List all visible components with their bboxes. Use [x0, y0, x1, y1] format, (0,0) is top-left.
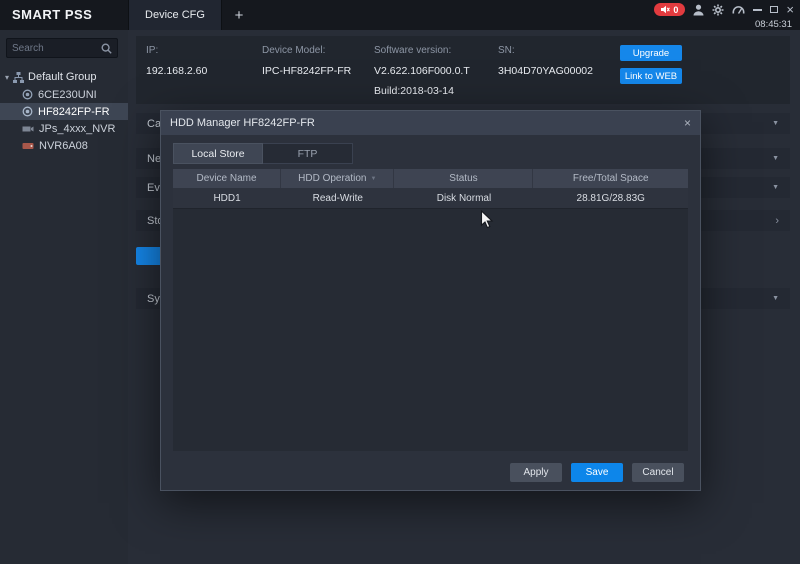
- col-header-status: Status: [394, 169, 533, 188]
- gauge-icon[interactable]: [732, 4, 745, 15]
- chevron-down-icon: ▼: [772, 295, 779, 302]
- model-value: IPC-HF8242FP-FR: [262, 65, 351, 77]
- device-info-panel: IP: 192.168.2.60 Device Model: IPC-HF824…: [136, 36, 790, 104]
- muted-speaker-icon: [661, 5, 670, 14]
- col-header-label: Status: [449, 173, 477, 184]
- hdd-manager-dialog: HDD Manager HF8242FP-FR × Local Store FT…: [160, 110, 701, 491]
- expander-icon: ▾: [5, 73, 9, 82]
- new-tab-button[interactable]: +: [228, 0, 250, 30]
- chevron-down-icon: ▼: [772, 120, 779, 127]
- cell-hdd-operation: Read-Write: [281, 188, 394, 208]
- dialog-title: HDD Manager HF8242FP-FR: [170, 117, 315, 129]
- device-panel-buttons: Upgrade Link to WEB: [620, 45, 682, 84]
- alarm-count: 0: [673, 5, 678, 15]
- ip-value: 192.168.2.60: [146, 65, 207, 77]
- tree-item-jps-4xxx-nvr[interactable]: JPs_4xxx_NVR: [0, 120, 128, 137]
- close-icon[interactable]: ×: [786, 3, 794, 16]
- group-icon: [13, 72, 24, 83]
- tab-local-store[interactable]: Local Store: [173, 143, 263, 164]
- minimize-icon[interactable]: [753, 9, 762, 11]
- tree-item-hf8242fp-fr[interactable]: HF8242FP-FR: [0, 103, 128, 120]
- clock-text: 08:45:31: [755, 19, 794, 30]
- dome-camera-icon: [22, 106, 33, 117]
- search-input[interactable]: [12, 43, 101, 54]
- tree-item-label: HF8242FP-FR: [38, 106, 110, 118]
- table-row[interactable]: HDD1 Read-Write Disk Normal 28.81G/28.83…: [173, 188, 688, 209]
- top-bar: SMART PSS Device CFG + 0 × 08:45:31: [0, 0, 800, 30]
- col-header-hdd-operation: HDD Operation ▼: [281, 169, 394, 188]
- tab-ftp[interactable]: FTP: [263, 143, 353, 164]
- sw-label: Software version:: [374, 45, 451, 56]
- col-header-device-name: Device Name: [173, 169, 281, 188]
- cell-free-total: 28.81G/28.83G: [533, 188, 688, 208]
- dome-camera-icon: [22, 89, 33, 100]
- app-logo: SMART PSS: [12, 0, 92, 30]
- chevron-down-icon: ▼: [772, 184, 779, 191]
- nvr-icon: [22, 141, 34, 151]
- tab-device-cfg[interactable]: Device CFG: [128, 0, 222, 30]
- tree-item-nvr6a08[interactable]: NVR6A08: [0, 137, 128, 154]
- smart-pss-window: SMART PSS Device CFG + 0 × 08:45:31: [0, 0, 800, 564]
- cell-status: Disk Normal: [394, 188, 533, 208]
- ip-label: IP:: [146, 45, 158, 56]
- col-header-free-total: Free/Total Space: [533, 169, 688, 188]
- sw-value: V2.622.106F000.0.T: [374, 65, 470, 77]
- chevron-down-icon: ▼: [772, 155, 779, 162]
- tree-item-label: 6CE230UNI: [38, 89, 97, 101]
- dialog-buttons: Apply Save Cancel: [510, 463, 684, 482]
- hdd-table: Device Name HDD Operation ▼ Status Free/…: [173, 169, 688, 451]
- save-button[interactable]: Save: [571, 463, 623, 482]
- box-camera-icon: [22, 124, 34, 134]
- table-header-row: Device Name HDD Operation ▼ Status Free/…: [173, 169, 688, 188]
- cancel-button[interactable]: Cancel: [632, 463, 684, 482]
- tree-group-label: Default Group: [28, 71, 96, 83]
- alarm-badge[interactable]: 0: [654, 3, 685, 16]
- topbar-right-cluster: 0 × 08:45:31: [654, 2, 794, 30]
- hdd-operation-filter-icon[interactable]: ▼: [370, 176, 376, 182]
- upgrade-button[interactable]: Upgrade: [620, 45, 682, 61]
- search-icon[interactable]: [101, 43, 112, 54]
- tab-label: Device CFG: [145, 9, 205, 21]
- chevron-right-icon: ›: [775, 216, 779, 226]
- col-header-label: HDD Operation: [298, 173, 366, 184]
- tree-item-label: NVR6A08: [39, 140, 88, 152]
- maximize-icon[interactable]: [770, 6, 778, 13]
- tree-item-label: JPs_4xxx_NVR: [39, 123, 115, 135]
- cell-device-name: HDD1: [173, 188, 281, 208]
- build-value: Build:2018-03-14: [374, 85, 454, 97]
- sn-value: 3H04D70YAG00002: [498, 65, 593, 77]
- tree-group-default[interactable]: ▾ Default Group: [0, 68, 128, 86]
- search-box: [6, 38, 118, 58]
- storage-subitem-highlight[interactable]: [136, 247, 163, 265]
- tree-item-6ce230uni[interactable]: 6CE230UNI: [0, 86, 128, 103]
- device-tree-sidebar: ▾ Default Group 6CE230UNI HF8242FP-FR JP…: [0, 30, 128, 564]
- dialog-close-icon[interactable]: ×: [684, 116, 691, 130]
- device-tree: ▾ Default Group 6CE230UNI HF8242FP-FR JP…: [0, 68, 128, 154]
- model-label: Device Model:: [262, 45, 325, 56]
- topbar-icons-row: 0 ×: [654, 2, 794, 17]
- user-icon[interactable]: [693, 4, 704, 16]
- link-to-web-button[interactable]: Link to WEB: [620, 68, 682, 84]
- sn-label: SN:: [498, 45, 515, 56]
- apply-button[interactable]: Apply: [510, 463, 562, 482]
- dialog-titlebar: HDD Manager HF8242FP-FR ×: [161, 111, 700, 135]
- col-header-label: Free/Total Space: [573, 173, 649, 184]
- col-header-label: Device Name: [197, 173, 257, 184]
- gear-icon[interactable]: [712, 4, 724, 16]
